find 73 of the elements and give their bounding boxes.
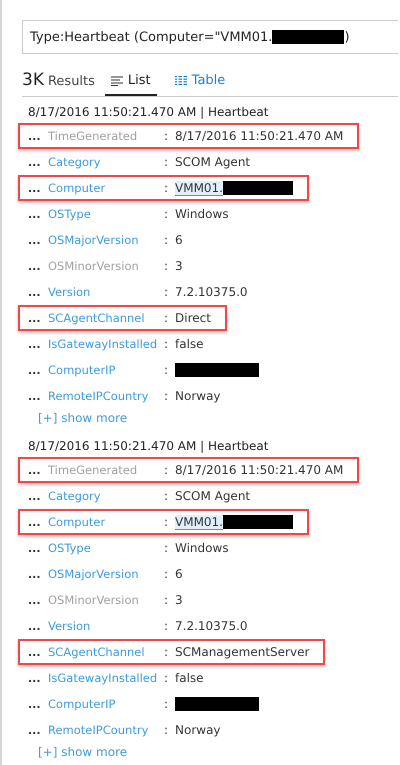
more-options-button[interactable]: ... [28,516,48,528]
colon-separator: : [164,311,170,325]
search-query-field[interactable]: Type:Heartbeat (Computer="VMM01. ) [22,20,398,54]
field-value: SCManagementServer [175,645,310,659]
more-options-button[interactable]: ... [28,182,48,194]
more-options-button[interactable]: ... [28,490,48,502]
colon-separator: : [164,489,170,503]
colon-separator: : [164,389,170,403]
more-options-button[interactable]: ... [28,286,48,298]
list-icon [110,76,123,86]
field-value: Direct [175,311,211,325]
colon-separator: : [164,463,170,477]
more-options-button[interactable]: ... [28,620,48,632]
colon-separator: : [164,593,170,607]
colon-separator: : [164,515,170,529]
more-options-button[interactable]: ... [28,156,48,168]
colon-separator: : [164,233,170,247]
record-header: 8/17/2016 11:50:21.470 AM | Heartbeat [28,439,270,455]
more-options-button[interactable]: ... [28,364,48,376]
more-options-button[interactable]: ... [28,312,48,324]
more-options-button[interactable]: ... [28,568,48,580]
colon-separator: : [164,155,170,169]
colon-separator: : [164,645,170,659]
colon-separator: : [164,285,170,299]
field-value: false [175,671,204,685]
field-value: 6 [175,233,183,247]
colon-separator: : [164,697,170,711]
colon-separator: : [164,671,170,685]
field-value: Norway [175,389,221,403]
view-tab[interactable]: Table [168,73,232,96]
field-value: 8/17/2016 11:50:21.470 AM [175,463,344,477]
more-options-button[interactable]: ... [28,260,48,272]
colon-separator: : [164,363,170,377]
more-options-button[interactable]: ... [28,594,48,606]
results-label: Results [48,74,95,91]
field-value: Norway [175,723,221,737]
colon-separator: : [164,337,170,351]
more-options-button[interactable]: ... [28,672,48,684]
more-options-button[interactable]: ... [28,724,48,736]
more-options-button[interactable]: ... [28,646,48,658]
field-value: 6 [175,567,183,581]
more-options-button[interactable]: ... [28,208,48,220]
colon-separator: : [164,181,170,195]
colon-separator: : [164,207,170,221]
colon-separator: : [164,129,170,143]
record-header: 8/17/2016 11:50:21.470 AM | Heartbeat [28,105,270,121]
more-options-button[interactable]: ... [28,698,48,710]
result-count: 3K [22,70,44,92]
field-value: 3 [175,593,183,607]
field-value: SCOM Agent [175,155,250,169]
field-value: Windows [175,207,229,221]
colon-separator: : [164,259,170,273]
colon-separator: : [164,723,170,737]
colon-separator: : [164,567,170,581]
field-value-link[interactable]: VMM01. [175,514,223,530]
field-value: 7.2.10375.0 [175,285,248,299]
field-value: 7.2.10375.0 [175,619,248,633]
field-value: 8/17/2016 11:50:21.470 AM [175,129,344,143]
view-tab[interactable]: List [104,73,157,96]
table-icon [174,76,187,86]
colon-separator: : [164,541,170,555]
more-options-button[interactable]: ... [28,130,48,142]
field-value: 3 [175,259,183,273]
more-options-button[interactable]: ... [28,390,48,402]
field-value: SCOM Agent [175,489,250,503]
field-value-link[interactable]: VMM01. [175,180,223,196]
colon-separator: : [164,619,170,633]
more-options-button[interactable]: ... [28,542,48,554]
field-value: Windows [175,541,229,555]
field-value: false [175,337,204,351]
more-options-button[interactable]: ... [28,464,48,476]
more-options-button[interactable]: ... [28,338,48,350]
more-options-button[interactable]: ... [28,234,48,246]
